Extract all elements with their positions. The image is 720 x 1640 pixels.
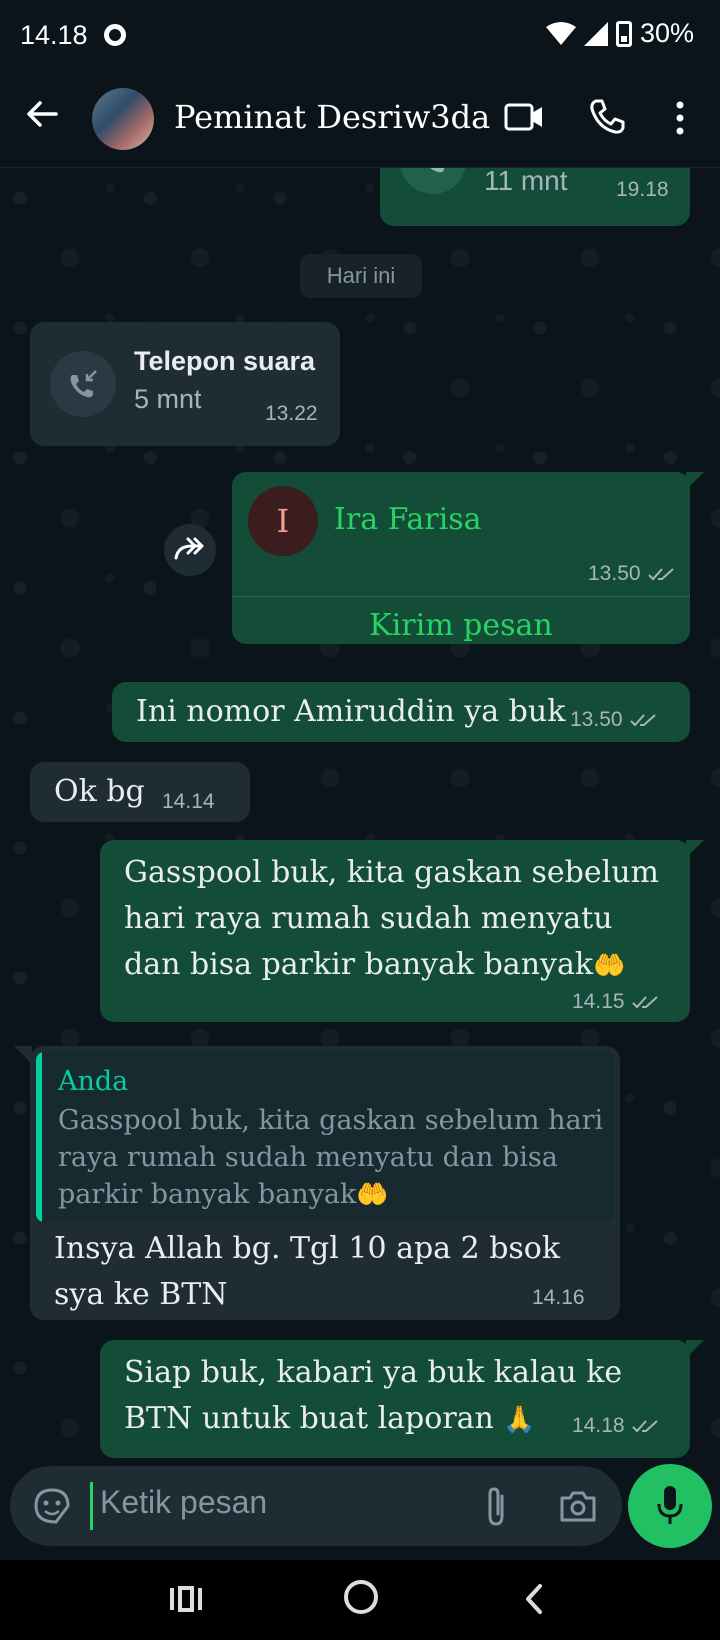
status-right: 30%: [545, 18, 694, 49]
wifi-icon: [545, 21, 576, 45]
camera-icon[interactable]: [558, 1488, 598, 1524]
missed-call-icon: [70, 370, 97, 398]
message-text: Siap buk, kabari ya buk kalau ke BTN unt…: [124, 1355, 623, 1436]
system-nav-bar: [0, 1560, 720, 1640]
signal-icon: [583, 21, 608, 46]
bubble-tail: [686, 840, 704, 858]
praying-hands-emoji: 🙏: [503, 1405, 536, 1435]
message-text: Ok bg: [54, 774, 145, 809]
message-bubble[interactable]: Anda Gasspool buk, kita gaskan sebelum h…: [30, 1046, 620, 1320]
attach-icon[interactable]: [480, 1484, 512, 1528]
call-icon-circle: [50, 351, 116, 417]
status-time: 14.18: [20, 20, 88, 50]
quote-bar: [36, 1052, 42, 1222]
back-arrow-icon[interactable]: [22, 94, 62, 134]
message-time: 14.16: [532, 1286, 585, 1309]
message-bubble[interactable]: Ini nomor Amiruddin ya buk 13.50: [112, 682, 690, 742]
message-time: 13.22: [265, 402, 318, 425]
phone-icon: [430, 168, 444, 173]
quote-text: Gasspool buk, kita gaskan sebelum hari r…: [58, 1105, 604, 1210]
contact-card-name: Ira Farisa: [334, 502, 482, 537]
hands-emoji: 🤲: [593, 951, 626, 981]
message-time: 14.15: [572, 990, 661, 1014]
date-chip: Hari ini: [300, 254, 422, 298]
more-icon[interactable]: [670, 98, 690, 138]
sticker-icon[interactable]: [32, 1486, 72, 1526]
shared-contact-bubble[interactable]: I Ira Farisa 13.50 Kirim pesan: [232, 472, 690, 644]
phone-icon[interactable]: [588, 98, 626, 136]
read-ticks-icon: [629, 714, 656, 727]
message-bubble[interactable]: Ok bg 14.14: [30, 762, 250, 822]
read-ticks-icon: [631, 996, 658, 1009]
battery-icon: [615, 20, 632, 47]
forward-button[interactable]: [164, 524, 216, 576]
video-call-icon[interactable]: [504, 102, 544, 132]
read-ticks-icon: [631, 1420, 658, 1433]
previous-call-bubble[interactable]: 11 mnt 19.18: [380, 168, 690, 226]
message-time: 14.14: [162, 790, 215, 813]
chat-header: Peminat Desriw3da: [0, 72, 720, 168]
mic-icon: [657, 1486, 683, 1524]
message-time: 13.50: [570, 708, 659, 732]
battery-percent: 30%: [639, 18, 694, 48]
message-time: 19.18: [616, 178, 669, 201]
hands-emoji: 🤲: [356, 1180, 389, 1210]
message-text: Gasspool buk, kita gaskan sebelum hari r…: [124, 855, 660, 982]
call-duration: 11 mnt: [484, 168, 568, 196]
status-bar: 14.18 30%: [0, 0, 720, 72]
mic-button[interactable]: [628, 1464, 712, 1548]
message-bubble[interactable]: Gasspool buk, kita gaskan sebelum hari r…: [100, 840, 690, 1022]
call-icon-circle: [400, 168, 466, 194]
chat-area[interactable]: 11 mnt 19.18 Hari ini Telepon suara 5 mn…: [0, 168, 720, 1468]
quote-author: Anda: [58, 1066, 129, 1097]
message-time: 13.50: [588, 562, 677, 586]
nav-back-icon[interactable]: [520, 1582, 548, 1616]
recents-icon[interactable]: [168, 1584, 204, 1614]
contact-avatar[interactable]: [92, 88, 154, 150]
chrome-notification-icon: [104, 24, 126, 46]
call-duration: 5 mnt: [134, 384, 202, 414]
message-input-bar: Ketik pesan: [10, 1466, 622, 1546]
contact-divider: [232, 596, 690, 597]
text-cursor: [90, 1482, 93, 1530]
contact-name[interactable]: Peminat Desriw3da: [174, 98, 490, 136]
message-bubble[interactable]: Siap buk, kabari ya buk kalau ke BTN unt…: [100, 1340, 690, 1458]
message-text: Insya Allah bg. Tgl 10 apa 2 bsok sya ke…: [54, 1231, 561, 1312]
quoted-message[interactable]: Anda Gasspool buk, kita gaskan sebelum h…: [36, 1052, 614, 1222]
read-ticks-icon: [647, 568, 674, 581]
contact-card-avatar: I: [248, 486, 318, 556]
message-text: Ini nomor Amiruddin ya buk: [136, 694, 566, 729]
forward-icon: [174, 537, 204, 560]
voice-call-bubble[interactable]: Telepon suara 5 mnt 13.22: [30, 322, 340, 446]
home-icon[interactable]: [344, 1580, 378, 1614]
call-title: Telepon suara: [134, 346, 316, 376]
message-time: 14.18: [572, 1414, 661, 1438]
message-input[interactable]: Ketik pesan: [100, 1484, 267, 1521]
send-message-button[interactable]: Kirim pesan: [232, 608, 690, 643]
bubble-tail: [686, 472, 704, 490]
